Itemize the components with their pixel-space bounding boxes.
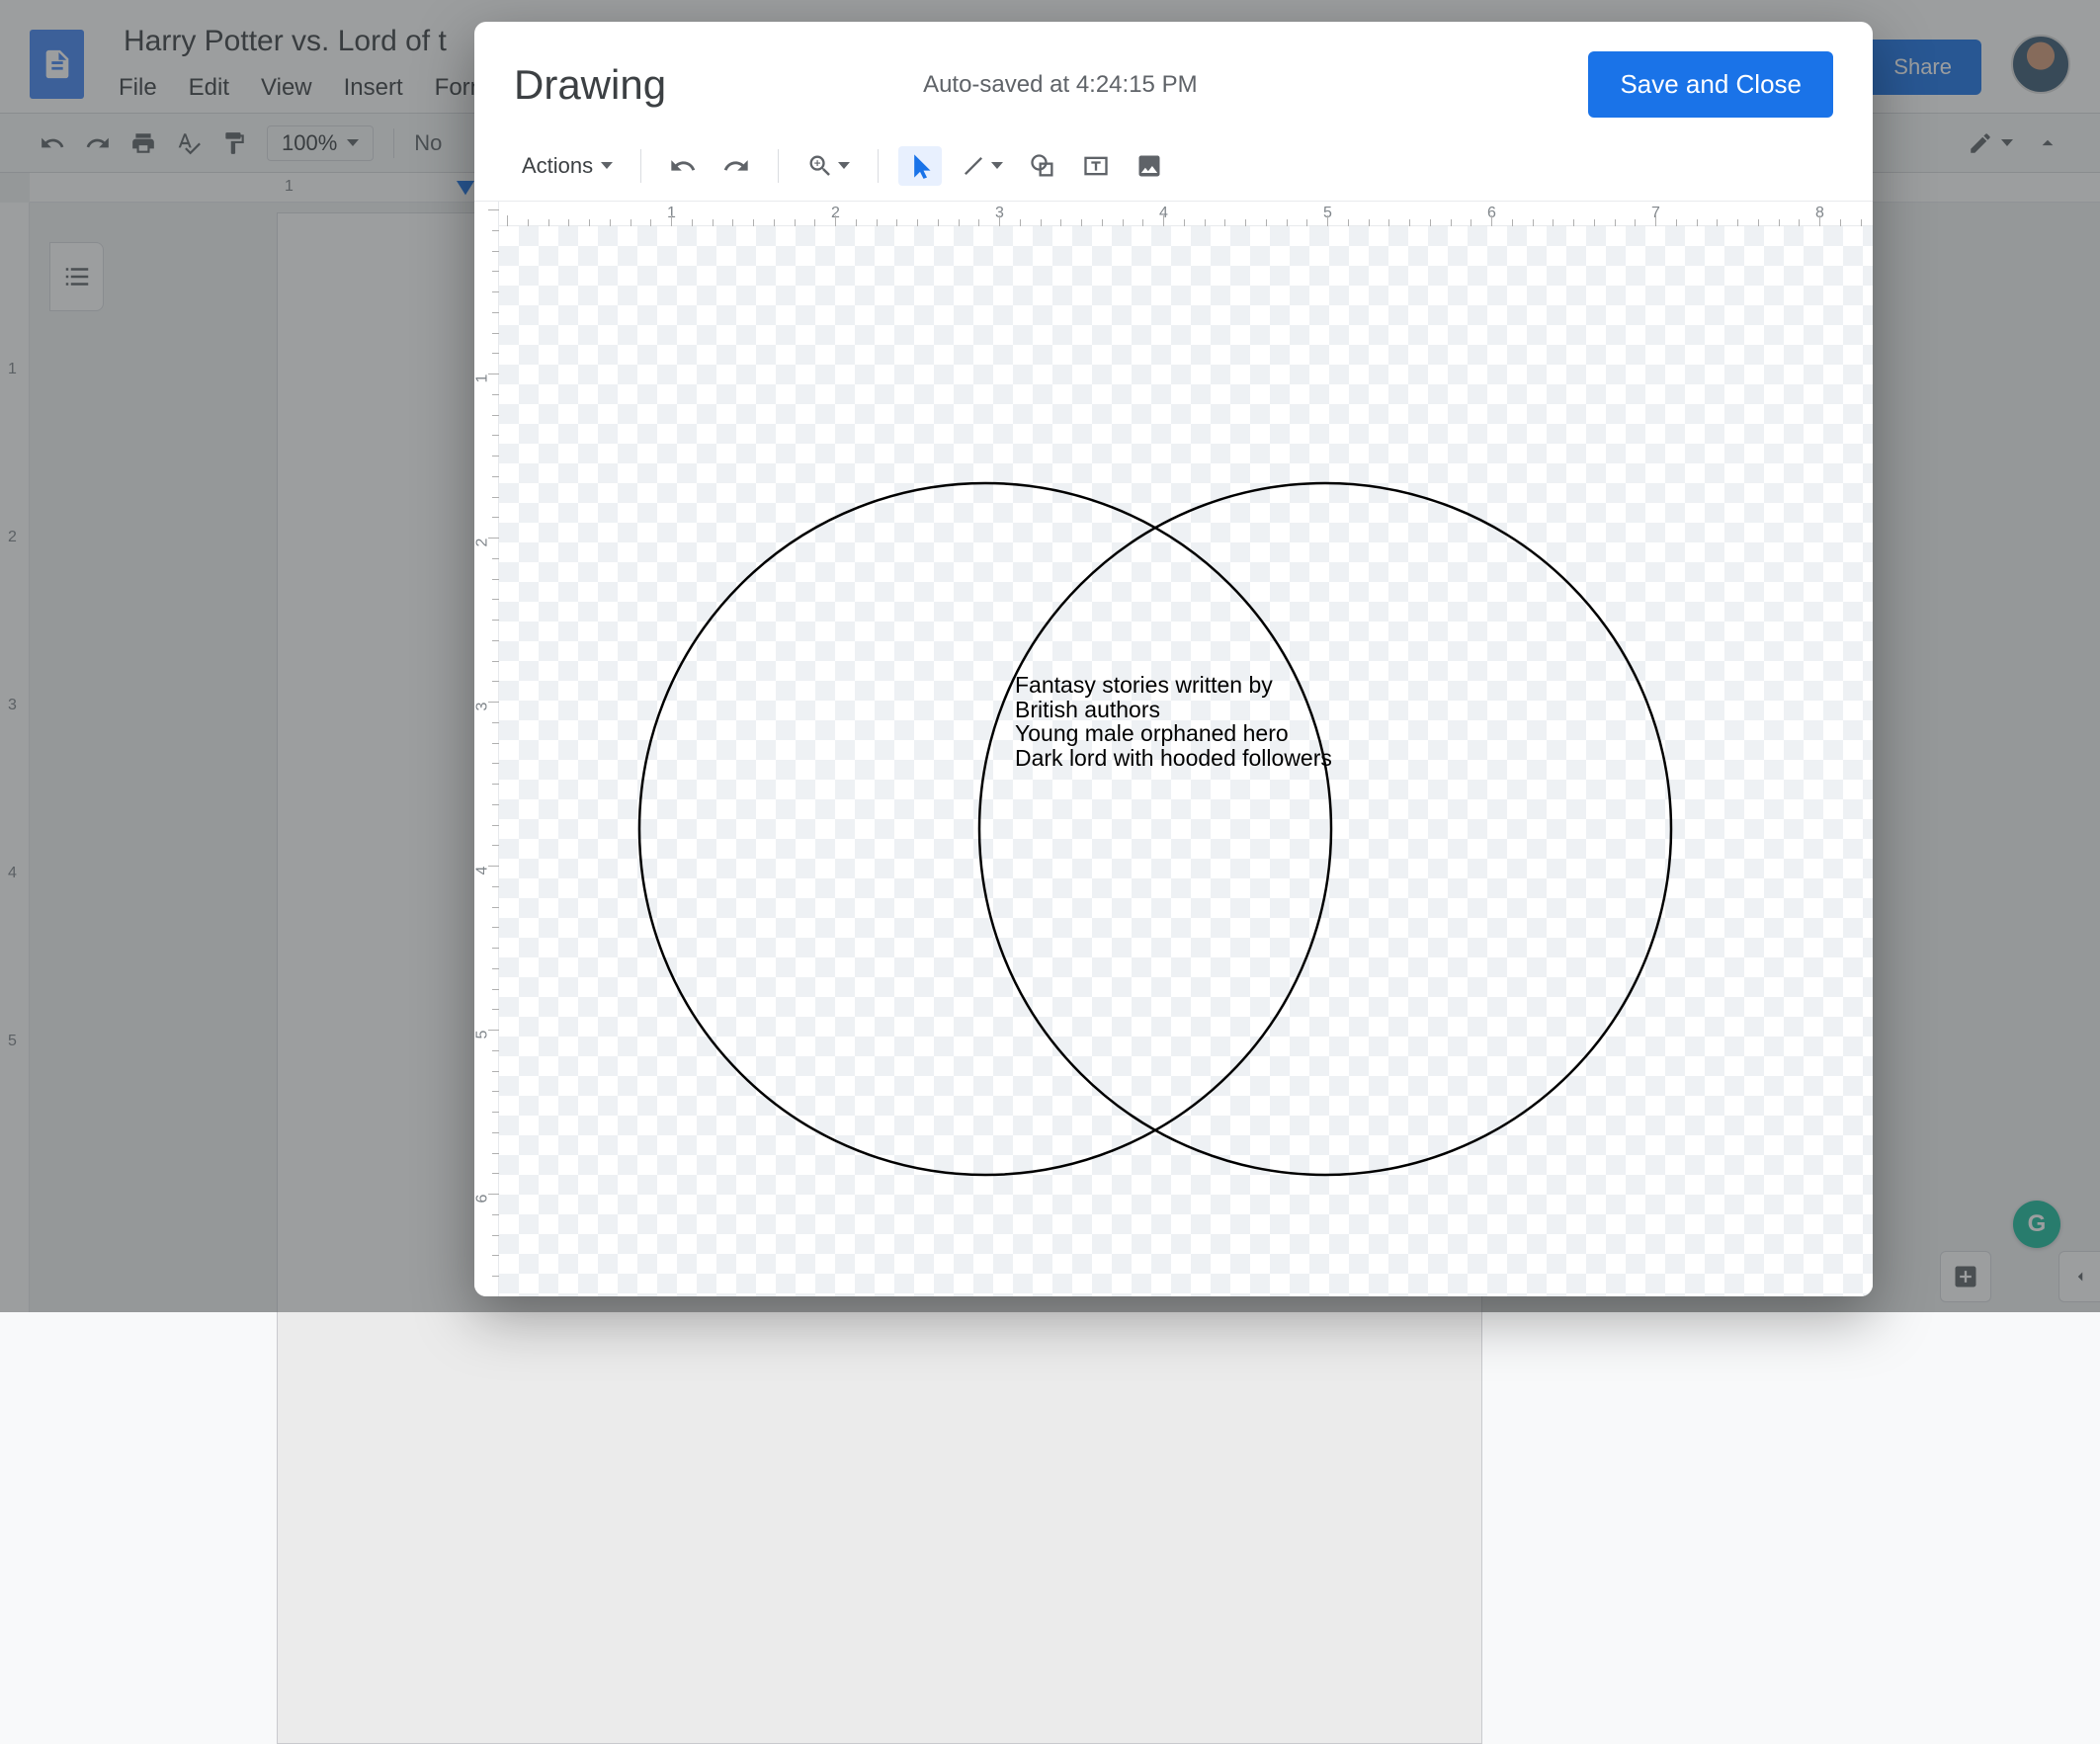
undo-button[interactable] — [661, 146, 705, 186]
autosave-status: Auto-saved at 4:24:15 PM — [923, 71, 1198, 99]
shape-tool-button[interactable] — [1021, 146, 1064, 186]
venn-circle-right[interactable] — [979, 483, 1671, 1175]
drawing-canvas[interactable]: Fantasy stories written by British autho… — [499, 226, 1873, 1296]
ruler-mark: 5 — [474, 1031, 491, 1039]
ruler-mark: 6 — [474, 1195, 491, 1204]
drawing-vertical-ruler[interactable]: 1 2 3 4 5 6 — [474, 202, 499, 1296]
dialog-title: Drawing — [514, 61, 666, 109]
ruler-mark: 1 — [474, 374, 491, 383]
image-tool-button[interactable] — [1128, 146, 1171, 186]
image-icon — [1135, 152, 1163, 180]
redo-icon — [722, 152, 750, 180]
drawing-toolbar: Actions — [474, 142, 1873, 202]
actions-label: Actions — [522, 153, 593, 179]
shape-icon — [1029, 152, 1056, 180]
cursor-icon — [906, 152, 934, 180]
save-and-close-button[interactable]: Save and Close — [1588, 51, 1833, 118]
dialog-header: Drawing Auto-saved at 4:24:15 PM Save an… — [474, 22, 1873, 142]
line-icon — [960, 152, 987, 180]
line-tool-button[interactable] — [952, 146, 1011, 186]
toolbar-separator — [878, 149, 879, 183]
ruler-mark: 3 — [474, 703, 491, 711]
undo-icon — [669, 152, 697, 180]
save-and-close-label: Save and Close — [1620, 69, 1802, 99]
chevron-down-icon — [838, 162, 850, 169]
chevron-down-icon — [991, 162, 1003, 169]
toolbar-separator — [778, 149, 779, 183]
redo-button[interactable] — [714, 146, 758, 186]
textbox-tool-button[interactable] — [1074, 146, 1118, 186]
toolbar-separator — [640, 149, 641, 183]
drawing-horizontal-ruler[interactable]: 1 2 3 4 5 6 7 8 — [499, 202, 1873, 226]
venn-intersection-text[interactable]: Fantasy stories written by British autho… — [1015, 673, 1332, 770]
textbox-icon — [1082, 152, 1110, 180]
ruler-mark: 4 — [474, 867, 491, 875]
zoom-button[interactable] — [798, 146, 858, 186]
select-tool-button[interactable] — [898, 146, 942, 186]
chevron-down-icon — [601, 162, 613, 169]
drawing-canvas-area: 1 2 3 4 5 6 7 8 1 2 3 4 5 6 Fantasy stor… — [474, 202, 1873, 1296]
ruler-mark: 2 — [474, 539, 491, 547]
venn-circle-left[interactable] — [639, 483, 1331, 1175]
drawing-dialog: Drawing Auto-saved at 4:24:15 PM Save an… — [474, 22, 1873, 1296]
actions-menu[interactable]: Actions — [514, 149, 621, 183]
zoom-icon — [806, 152, 834, 180]
